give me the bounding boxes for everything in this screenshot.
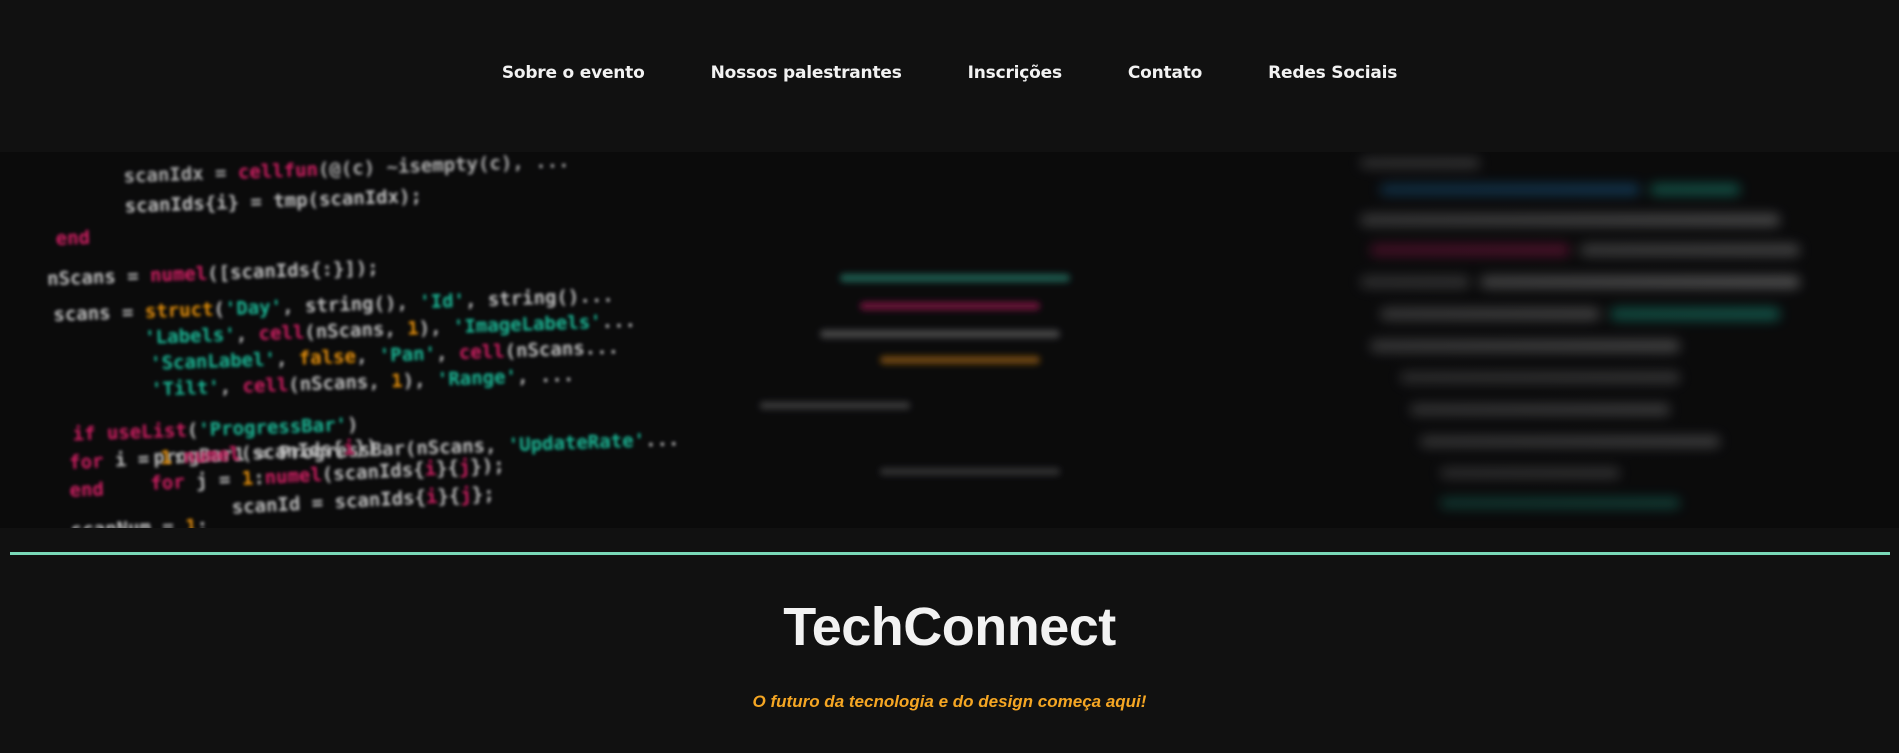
nav-list: Sobre o evento Nossos palestrantes Inscr… (469, 63, 1430, 83)
hero-divider (10, 552, 1890, 555)
nav-item-contato: Contato (1128, 63, 1202, 83)
nav-item-inscricoes: Inscrições (968, 63, 1062, 83)
nav-link-nossos-palestrantes[interactable]: Nossos palestrantes (711, 63, 902, 83)
page-title: TechConnect (783, 597, 1116, 657)
nav-item-sobre: Sobre o evento (502, 63, 645, 83)
nav-link-contato[interactable]: Contato (1128, 63, 1202, 83)
page-subtitle: O futuro da tecnologia e do design começ… (752, 692, 1147, 711)
nav-link-sobre-o-evento[interactable]: Sobre o evento (502, 63, 645, 83)
hero-code-image: scanIdx = cellfun(@(c) ~isempty(c), ... … (0, 152, 1899, 528)
main-nav: Sobre o evento Nossos palestrantes Inscr… (0, 0, 1899, 150)
nav-item-palestrantes: Nossos palestrantes (711, 63, 902, 83)
nav-item-redes: Redes Sociais (1268, 63, 1397, 83)
nav-link-redes-sociais[interactable]: Redes Sociais (1268, 63, 1397, 83)
code-editor-background-image: scanIdx = cellfun(@(c) ~isempty(c), ... … (0, 152, 1899, 528)
page: Sobre o evento Nossos palestrantes Inscr… (0, 0, 1899, 753)
nav-link-inscricoes[interactable]: Inscrições (968, 63, 1062, 83)
